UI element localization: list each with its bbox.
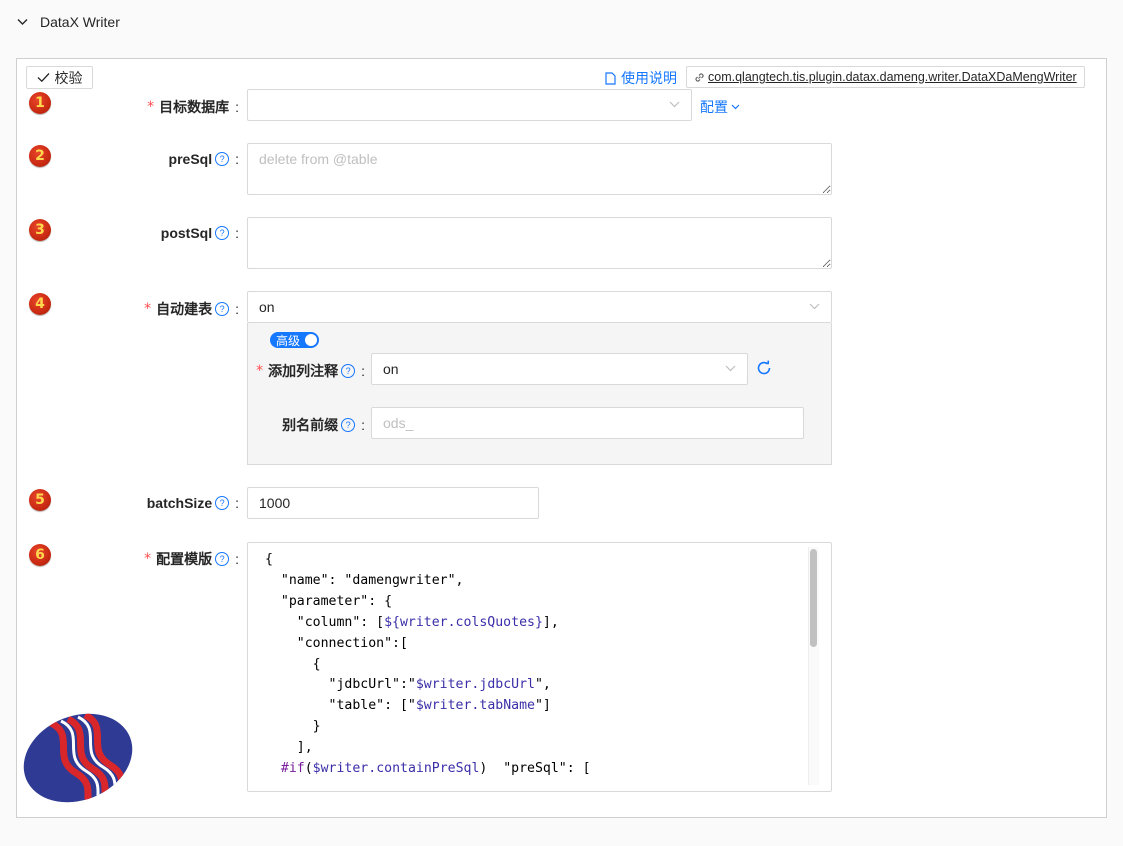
alias-prefix-input[interactable] (371, 407, 804, 439)
target-db-label: * 目标数据库: (147, 99, 239, 115)
chevron-down-icon (17, 19, 28, 25)
add-comment-label: * 添加列注释?: (256, 363, 365, 379)
check-icon (37, 73, 49, 83)
link-icon (695, 72, 704, 82)
pre-sql-textarea[interactable] (247, 143, 832, 195)
plugin-class-name: com.qlangtech.tis.plugin.datax.dameng.wr… (708, 70, 1077, 84)
writer-form-panel: 校验 使用说明 com.qlangtech.tis.plugin.datax.d… (16, 58, 1107, 818)
pre-sql-label: preSql?: (168, 151, 239, 167)
validate-button[interactable]: 校验 (26, 66, 93, 89)
dameng-logo-icon (23, 713, 133, 803)
chevron-down-icon (725, 365, 736, 372)
help-icon[interactable]: ? (341, 364, 356, 378)
target-db-select[interactable] (247, 89, 692, 121)
editor-scrollbar[interactable] (808, 547, 819, 785)
usage-doc-link[interactable]: 使用说明 (605, 68, 677, 88)
config-dropdown-link[interactable]: 配置 (700, 97, 740, 117)
panel-title: DataX Writer (40, 14, 120, 30)
help-icon[interactable]: ? (215, 552, 230, 566)
document-icon (605, 71, 616, 85)
advanced-options-box: 高级 * 添加列注释?: on 别名前缀?: (247, 323, 832, 465)
batch-size-label: batchSize?: (146, 495, 239, 511)
scrollbar-thumb[interactable] (810, 549, 817, 647)
usage-doc-label: 使用说明 (621, 70, 677, 86)
reload-icon[interactable] (755, 359, 773, 377)
template-label: * 配置模版?: (144, 551, 239, 567)
post-sql-textarea[interactable] (247, 217, 832, 269)
advanced-toggle[interactable]: 高级 (270, 332, 319, 348)
step-badge-6: 6 (29, 544, 51, 566)
collapse-header[interactable]: DataX Writer (0, 0, 1123, 44)
plugin-class-link[interactable]: com.qlangtech.tis.plugin.datax.dameng.wr… (686, 66, 1085, 88)
step-badge-2: 2 (29, 145, 51, 167)
help-icon[interactable]: ? (215, 302, 230, 316)
validate-label: 校验 (54, 69, 83, 86)
post-sql-label: postSql?: (160, 225, 239, 241)
alias-prefix-label: 别名前缀?: (282, 417, 365, 433)
step-badge-5: 5 (29, 489, 51, 511)
help-icon[interactable]: ? (215, 152, 230, 166)
chevron-down-icon (809, 303, 820, 310)
template-code-editor[interactable]: { "name": "damengwriter", "parameter": {… (247, 542, 832, 792)
help-icon[interactable]: ? (215, 226, 230, 240)
step-badge-3: 3 (29, 219, 51, 241)
auto-create-select[interactable]: on (247, 291, 832, 323)
step-badge-4: 4 (29, 293, 51, 315)
chevron-down-icon (731, 104, 740, 110)
batch-size-input[interactable] (247, 487, 539, 519)
toggle-knob (305, 334, 317, 346)
add-comment-select[interactable]: on (371, 353, 748, 385)
help-icon[interactable]: ? (215, 496, 230, 510)
step-badge-1: 1 (29, 92, 51, 114)
help-icon[interactable]: ? (341, 418, 356, 432)
code-content: { "name": "damengwriter", "parameter": {… (265, 552, 591, 777)
chevron-down-icon (669, 101, 680, 108)
auto-create-label: * 自动建表?: (144, 301, 239, 317)
